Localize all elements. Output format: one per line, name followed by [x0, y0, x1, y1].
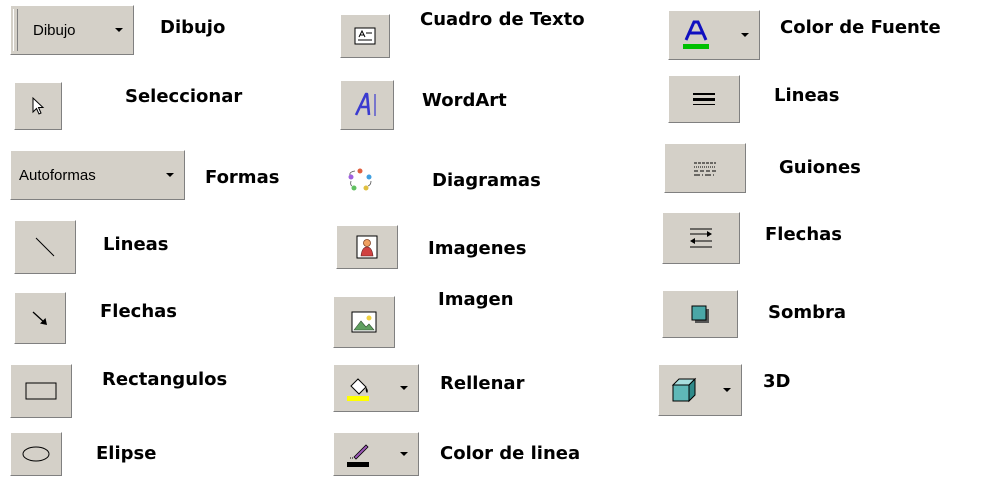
rectangulos-label: Rectangulos	[102, 369, 228, 390]
textbox-icon	[354, 27, 376, 45]
rellenar-label: Rellenar	[440, 373, 525, 394]
flechas-label-2: Flechas	[765, 224, 843, 245]
toolbar-grip	[13, 9, 18, 51]
line-color-icon	[347, 444, 369, 467]
formas-label: Formas	[205, 167, 280, 188]
font-color-button[interactable]	[668, 10, 760, 60]
dibujo-menu-button[interactable]: Dibujo	[10, 5, 134, 55]
wordart-label: WordArt	[422, 90, 507, 111]
imagenes-label: Imagenes	[428, 238, 527, 259]
dash-style-button[interactable]	[664, 143, 746, 193]
arrow-style-button[interactable]	[662, 212, 740, 264]
arrow-style-icon	[690, 228, 712, 248]
guiones-label: Guiones	[779, 157, 861, 178]
diagramas-label: Diagramas	[432, 170, 541, 191]
chevron-down-icon	[741, 33, 749, 37]
sombra-label: Sombra	[768, 302, 846, 323]
select-objects-button[interactable]	[14, 82, 62, 130]
diagram-icon	[348, 168, 372, 191]
diagram-tool-button[interactable]	[336, 158, 384, 202]
picture-tool-button[interactable]	[333, 296, 395, 348]
autoformas-menu-button[interactable]: Autoformas	[10, 150, 185, 200]
line-icon	[35, 237, 55, 257]
pointer-icon	[32, 96, 45, 115]
fill-color-icon	[347, 378, 369, 401]
chevron-down-icon	[723, 388, 731, 392]
shadow-style-icon	[691, 305, 709, 323]
wordart-icon	[354, 92, 376, 116]
3d-style-icon	[671, 377, 697, 403]
chevron-down-icon	[115, 28, 123, 32]
oval-icon	[22, 446, 50, 462]
elipse-label: Elipse	[96, 443, 157, 464]
clipart-icon	[356, 235, 378, 259]
rectangle-icon	[25, 382, 57, 400]
seleccionar-label: Seleccionar	[125, 86, 243, 107]
flechas-label: Flechas	[100, 301, 178, 322]
oval-tool-button[interactable]	[10, 432, 62, 476]
autoformas-button-label: Autoformas	[19, 166, 96, 184]
picture-icon	[351, 311, 377, 333]
dash-style-icon	[694, 162, 716, 176]
color-de-linea-label: Color de linea	[440, 443, 581, 464]
imagen-label: Imagen	[438, 289, 514, 310]
arrow-tool-button[interactable]	[14, 292, 66, 344]
cuadro-de-texto-label: Cuadro de Texto	[420, 9, 585, 30]
rectangle-tool-button[interactable]	[10, 364, 72, 418]
clipart-tool-button[interactable]	[336, 225, 398, 269]
fill-color-button[interactable]	[333, 364, 419, 412]
shadow-style-button[interactable]	[662, 290, 738, 338]
chevron-down-icon	[400, 452, 408, 456]
chevron-down-icon	[166, 173, 174, 177]
3d-style-button[interactable]	[658, 364, 742, 416]
wordart-tool-button[interactable]	[340, 80, 394, 130]
dibujo-button-label: Dibujo	[33, 21, 76, 39]
line-style-button[interactable]	[668, 75, 740, 123]
font-color-icon	[683, 20, 709, 49]
line-color-button[interactable]	[333, 432, 419, 476]
color-de-fuente-label: Color de Fuente	[780, 17, 941, 38]
lineas-label-2: Lineas	[774, 85, 840, 106]
line-style-icon	[693, 93, 715, 105]
line-tool-button[interactable]	[14, 220, 76, 274]
3d-label: 3D	[763, 371, 791, 392]
textbox-tool-button[interactable]	[340, 14, 390, 58]
dibujo-label: Dibujo	[160, 17, 226, 38]
chevron-down-icon	[400, 386, 408, 390]
arrow-icon	[32, 311, 47, 325]
lineas-label: Lineas	[103, 234, 169, 255]
